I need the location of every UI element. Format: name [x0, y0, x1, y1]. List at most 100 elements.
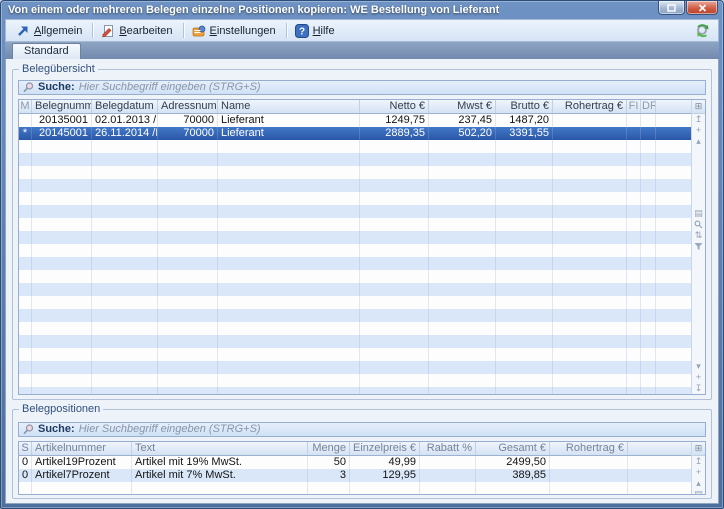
cell-name: [218, 309, 360, 322]
empty-row: [19, 205, 691, 218]
column-header[interactable]: Name: [218, 100, 360, 113]
cell-rohertrag: [550, 482, 628, 494]
column-header[interactable]: Gesamt €: [476, 442, 550, 455]
search-row-icon[interactable]: [692, 219, 705, 230]
column-header[interactable]: Einzelpreis €: [350, 442, 420, 455]
cell-s: [19, 482, 32, 494]
cell-belegnummer: [32, 231, 92, 244]
column-chooser-icon[interactable]: ⊞: [692, 100, 705, 114]
filter-icon[interactable]: [692, 241, 705, 252]
column-header[interactable]: Belegnumme: [32, 100, 92, 113]
cell-mwst: [429, 348, 496, 361]
cell-dr: [641, 140, 656, 153]
step-up-icon[interactable]: ▴: [692, 478, 705, 489]
view-mode-icon[interactable]: ▤: [692, 208, 705, 219]
table-row[interactable]: 0Artikel19ProzentArtikel mit 19% MwSt.50…: [19, 456, 691, 469]
cell-brutto: [496, 335, 553, 348]
cell-netto: [360, 205, 429, 218]
step-down-icon[interactable]: ▾: [692, 361, 705, 372]
table-row[interactable]: 0Artikel7ProzentArtikel mit 7% MwSt.3129…: [19, 469, 691, 482]
cell-brutto: [496, 205, 553, 218]
column-chooser-icon[interactable]: ⊞: [692, 442, 705, 456]
cell-belegdatum: [92, 361, 158, 374]
column-header[interactable]: DR: [641, 100, 656, 113]
cell-s: 0: [19, 469, 32, 482]
cell-m: [19, 140, 32, 153]
cell-fi: [627, 166, 641, 179]
cell-name: [218, 179, 360, 192]
column-header[interactable]: Rabatt %: [420, 442, 476, 455]
content-pane: Belegübersicht Suche: Hier Suchbegriff e…: [5, 59, 719, 504]
column-header[interactable]: S: [19, 442, 32, 455]
hilfe-button[interactable]: ? Hilfe: [290, 23, 342, 39]
cell-menge: [308, 482, 350, 494]
table-row[interactable]: *2014500126.11.2014 /Mi70000Lieferant288…: [19, 127, 691, 140]
tab-standard[interactable]: Standard: [12, 43, 81, 59]
cell-brutto: [496, 374, 553, 387]
cell-belegnummer: 20135001: [32, 114, 92, 127]
cell-name: [218, 335, 360, 348]
cell-filler: [628, 456, 691, 469]
cell-belegdatum: 26.11.2014 /Mi: [92, 127, 158, 140]
scroll-bottom-icon[interactable]: ↧: [692, 383, 705, 394]
table-row[interactable]: 2013500102.01.2013 /Mi70000Lieferant1249…: [19, 114, 691, 127]
step-up-icon[interactable]: ▴: [692, 136, 705, 147]
cell-adressnummer: [158, 309, 218, 322]
column-header[interactable]: Text: [132, 442, 308, 455]
cell-mwst: [429, 270, 496, 283]
cell-name: [218, 296, 360, 309]
search-input[interactable]: Hier Suchbegriff eingeben (STRG+S): [79, 423, 701, 436]
cell-belegdatum: [92, 205, 158, 218]
search-input[interactable]: Hier Suchbegriff eingeben (STRG+S): [79, 81, 701, 94]
cell-filler: [656, 374, 691, 387]
belegpositionen-group: Belegpositionen Suche: Hier Suchbegriff …: [12, 409, 712, 499]
search-label: Suche:: [38, 81, 75, 94]
view-mode-icon[interactable]: ▤: [692, 489, 705, 495]
column-header[interactable]: Rohertrag €: [550, 442, 628, 455]
cell-filler: [628, 469, 691, 482]
column-header[interactable]: Rohertrag €: [553, 100, 627, 113]
add-row-icon[interactable]: +: [692, 125, 705, 136]
search-label: Suche:: [38, 423, 75, 436]
column-header[interactable]: Brutto €: [496, 100, 553, 113]
empty-row: [19, 374, 691, 387]
column-header[interactable]: Mwst €: [429, 100, 496, 113]
scroll-top-icon[interactable]: ↥: [692, 456, 705, 467]
bearbeiten-button[interactable]: Bearbeiten: [96, 23, 179, 39]
refresh-button[interactable]: [695, 24, 710, 38]
cell-fi: [627, 374, 641, 387]
column-header[interactable]: Belegdatum: [92, 100, 158, 113]
sort-icon[interactable]: ⇅: [692, 230, 705, 241]
cell-rohertrag: [553, 166, 627, 179]
cell-menge: 3: [308, 469, 350, 482]
cell-mwst: [429, 218, 496, 231]
add-row-icon[interactable]: +: [692, 467, 705, 478]
column-header[interactable]: Menge: [308, 442, 350, 455]
cell-rohertrag: [553, 387, 627, 394]
column-header[interactable]: Adressnumm: [158, 100, 218, 113]
cell-fi: [627, 231, 641, 244]
column-header[interactable]: Artikelnummer: [32, 442, 132, 455]
cell-belegnummer: [32, 322, 92, 335]
column-header[interactable]: FI: [627, 100, 641, 113]
cell-mwst: [429, 387, 496, 394]
empty-row: [19, 244, 691, 257]
scroll-top-icon[interactable]: ↥: [692, 114, 705, 125]
empty-row: [19, 482, 691, 494]
cell-belegdatum: [92, 348, 158, 361]
cell-mwst: [429, 309, 496, 322]
column-header[interactable]: M: [19, 100, 32, 113]
add-row-bottom-icon[interactable]: +: [692, 372, 705, 383]
cell-adressnummer: [158, 166, 218, 179]
close-button[interactable]: [686, 1, 718, 15]
cell-belegnummer: [32, 296, 92, 309]
einstellungen-button[interactable]: Einstellungen: [187, 23, 283, 39]
cell-belegdatum: [92, 283, 158, 296]
cell-m: [19, 361, 32, 374]
cell-brutto: [496, 218, 553, 231]
maximize-button[interactable]: [658, 1, 685, 15]
column-header[interactable]: Netto €: [360, 100, 429, 113]
maximize-icon: [667, 4, 676, 12]
allgemein-button[interactable]: Allgemein: [11, 23, 89, 39]
cell-filler: [656, 348, 691, 361]
